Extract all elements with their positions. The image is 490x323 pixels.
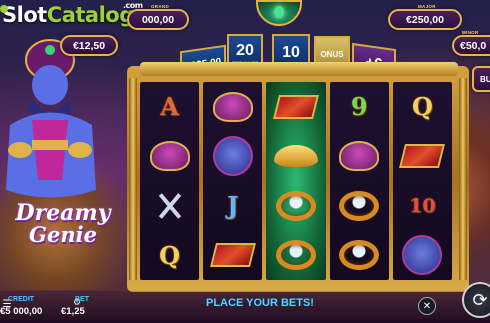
- symbol-ring: [333, 232, 385, 278]
- bet-label: BET: [75, 296, 89, 303]
- symbol-turban-gems: [333, 133, 385, 179]
- carpet-icon: [399, 144, 446, 169]
- jackpot-grand-plaque: GRAND 000,00: [127, 4, 189, 30]
- symbol-turban-gems: [144, 133, 196, 179]
- autoplay-icon[interactable]: ✕: [418, 297, 436, 315]
- symbol-carpet: [270, 84, 322, 130]
- reel-3: [266, 82, 326, 280]
- spin-button[interactable]: ⟳: [462, 282, 490, 318]
- status-message: PLACE YOUR BETS!: [206, 297, 314, 309]
- jackpot-minor-label: MINOR: [462, 30, 479, 35]
- turban-gems-icon: [149, 141, 190, 172]
- jackpot-minor-value: €50,0: [460, 39, 487, 52]
- credit-value: €5 000,00: [0, 306, 43, 317]
- symbol-q: Q: [411, 92, 433, 122]
- banner-tile3-value: 10: [282, 44, 300, 61]
- reel-4: 9: [329, 82, 389, 280]
- watermark-slot: Slot: [2, 3, 47, 27]
- symbol-a: A: [160, 92, 179, 122]
- symbol-swords: [144, 183, 196, 229]
- genie-character: [6, 39, 96, 198]
- reel-frame-top: [140, 62, 458, 76]
- golden-lamp-icon: [273, 145, 318, 168]
- symbol-nine: 9: [350, 92, 368, 122]
- jackpot-grand-value: 000,00: [141, 13, 175, 26]
- banner-bonus-label: ONUS: [320, 49, 344, 59]
- symbol-carpet: [396, 133, 448, 179]
- carpet-icon: [209, 243, 256, 268]
- carpet-icon: [272, 94, 319, 119]
- symbol-golden-lamp: [270, 133, 322, 179]
- crossed-swords-icon: [152, 191, 188, 221]
- pillar-right: [459, 78, 467, 280]
- genie-face-icon: [212, 136, 253, 177]
- jackpot-major-plaque: MAJOR €250,00: [388, 4, 462, 30]
- buy-feature-button[interactable]: BU: [472, 66, 490, 92]
- bet-value[interactable]: €1,25: [61, 306, 85, 317]
- banner-free-games-value: 20: [236, 41, 254, 59]
- jackpot-left-plaque: €12,50: [60, 35, 118, 56]
- symbol-turban: [207, 84, 259, 130]
- diamond-ring-icon: [275, 190, 316, 221]
- watermark-dot-icon: [0, 5, 8, 13]
- symbol-carpet: [207, 232, 259, 278]
- diamond-ring-icon: [339, 240, 380, 271]
- symbol-genie-face: [396, 232, 448, 278]
- turban-icon: [212, 91, 253, 122]
- pillar-left: [129, 78, 137, 280]
- symbol-genie-face: [207, 133, 259, 179]
- symbol-j: J: [227, 191, 239, 221]
- reel-grid[interactable]: A Q J 9 Q 10: [140, 82, 452, 280]
- jackpot-major-value: €250,00: [406, 13, 444, 26]
- genie-face-icon: [402, 235, 443, 276]
- reel-2: J: [203, 82, 263, 280]
- symbol-ring: [270, 232, 322, 278]
- jackpot-grand-label: GRAND: [151, 4, 169, 9]
- reel-5: Q 10: [392, 82, 452, 280]
- watermark-catalog: Catalog: [46, 3, 134, 27]
- slotcatalog-watermark: SlotCatalog .com: [0, 1, 143, 27]
- diamond-ring-icon: [275, 240, 316, 271]
- symbol-ten: 10: [409, 194, 436, 217]
- symbol-ring: [333, 183, 385, 229]
- diamond-ring-icon: [339, 190, 380, 221]
- symbol-q: Q: [159, 240, 181, 270]
- buy-feature-label: BU: [480, 74, 490, 84]
- symbol-ring: [270, 183, 322, 229]
- turban-gems-icon: [339, 141, 380, 172]
- jackpot-minor-plaque: MINOR €50,0: [452, 30, 490, 56]
- game-logo: Dreamy Genie: [4, 200, 122, 247]
- credit-label: CREDIT: [8, 296, 35, 303]
- reel-1: A Q: [140, 82, 200, 280]
- jackpot-left-value: €12,50: [72, 39, 106, 52]
- jackpot-major-label: MAJOR: [418, 4, 436, 9]
